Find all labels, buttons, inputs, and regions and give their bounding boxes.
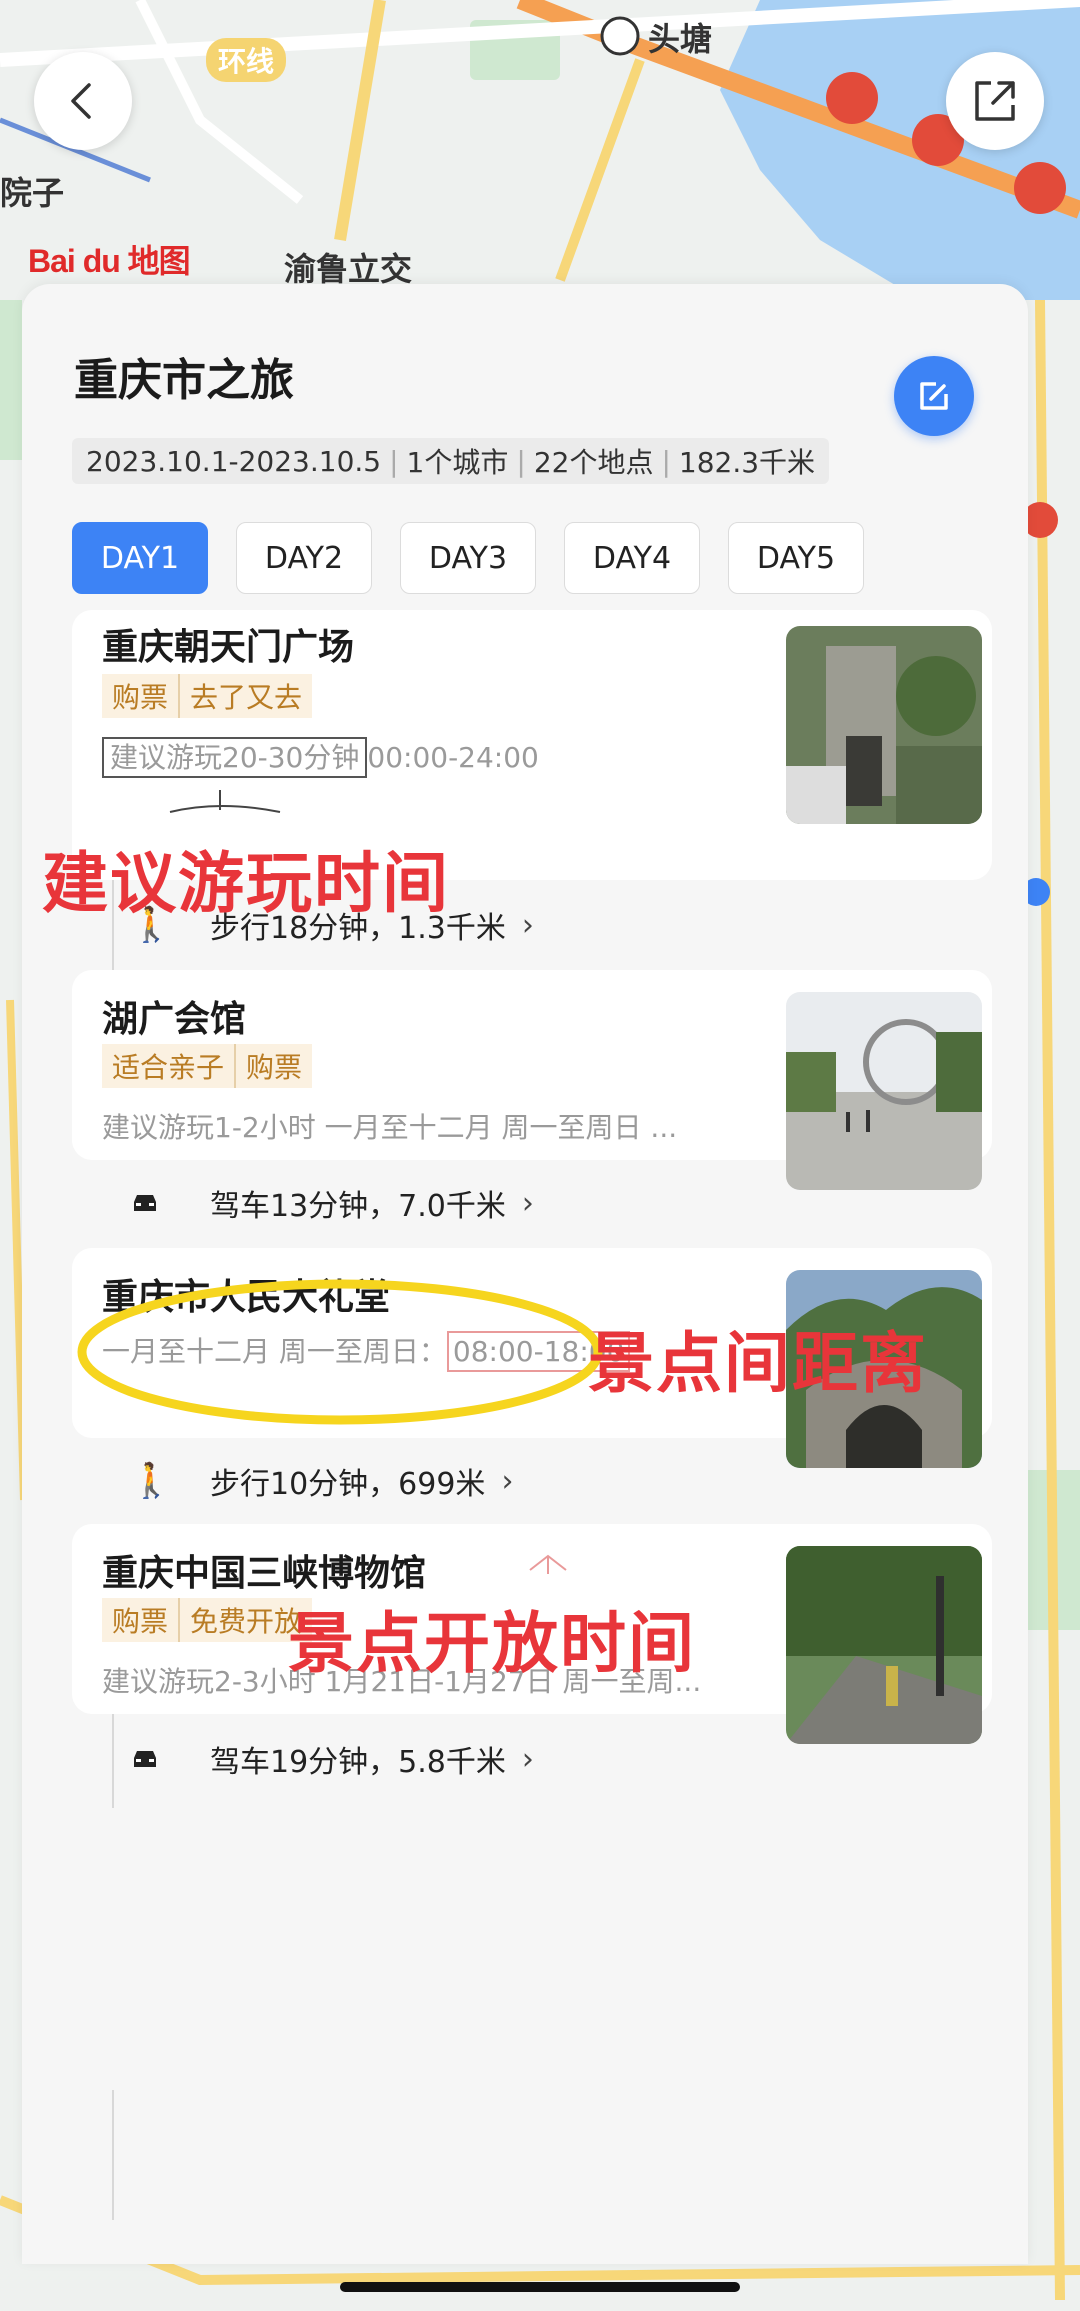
annotation-open-time: 景点开放时间 (288, 1605, 696, 1682)
home-indicator (340, 2282, 740, 2292)
annotation-play-time: 建议游玩时间 (42, 845, 450, 922)
annotation-strokes (77, 790, 603, 1574)
annotation-distance: 景点间距离 (588, 1325, 928, 1402)
